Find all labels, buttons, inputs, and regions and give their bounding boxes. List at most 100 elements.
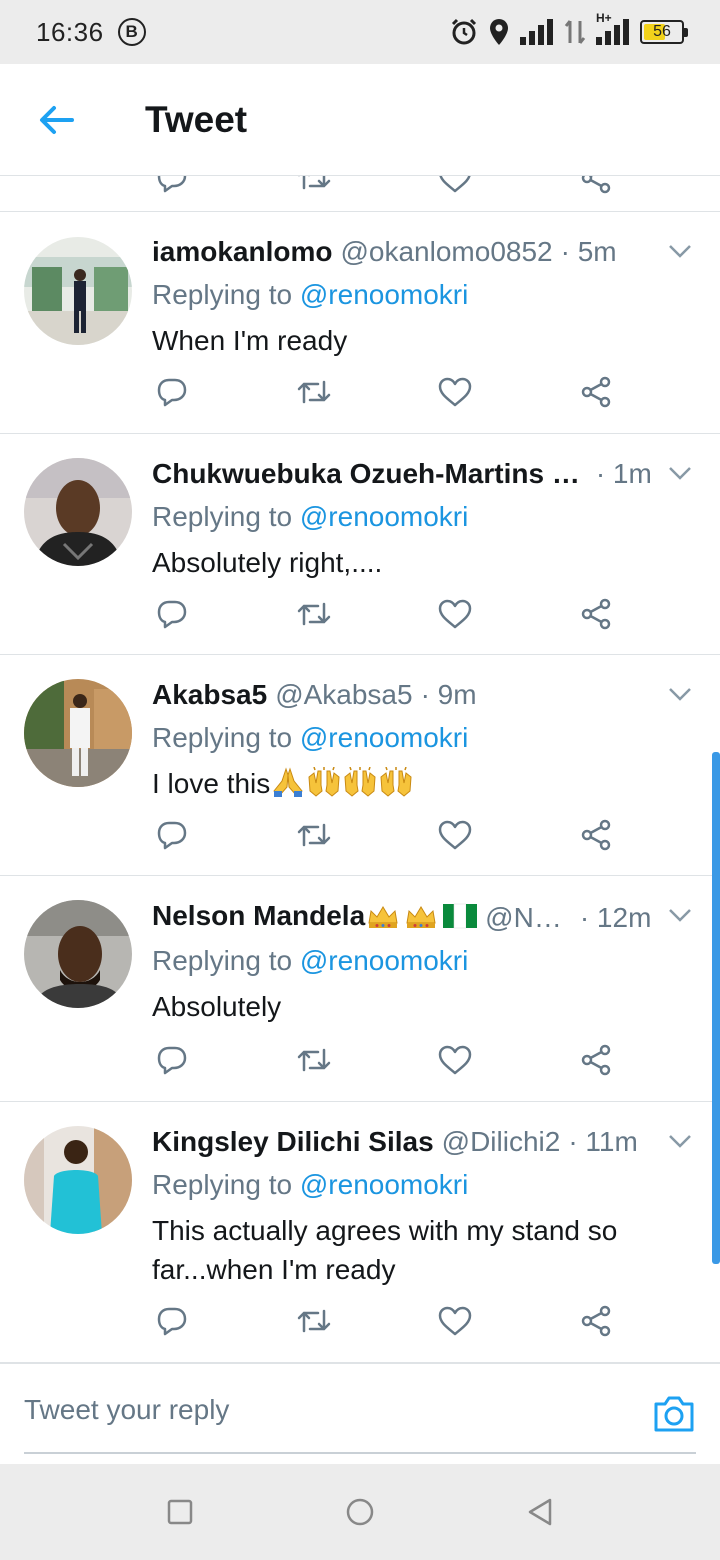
like-button[interactable] xyxy=(435,1040,475,1080)
retweet-icon xyxy=(297,1048,331,1072)
chevron-down-icon[interactable] xyxy=(668,908,692,924)
author-name[interactable]: Kingsley Dilichi Silas xyxy=(152,1126,434,1158)
tweet-text: When I'm ready xyxy=(152,325,348,356)
avatar[interactable] xyxy=(24,1126,132,1234)
status-icons: H+ 56 xyxy=(450,11,688,46)
home-button[interactable] xyxy=(342,1494,378,1530)
reply-button[interactable] xyxy=(152,1301,192,1341)
camera-button[interactable] xyxy=(652,1394,696,1434)
author-handle[interactable]: @N… xyxy=(485,902,562,934)
author-name-row[interactable]: Nelson Mandela xyxy=(152,900,478,936)
share-icon xyxy=(581,176,611,194)
retweet-icon xyxy=(298,176,331,190)
tweet[interactable]: Chukwuebuka Ozueh-Martins … · 1m Replyin… xyxy=(0,434,720,655)
avatar[interactable] xyxy=(24,237,132,345)
author-handle[interactable]: @okanlomo0852 xyxy=(340,236,552,268)
replying-to: Replying to @renoomokri xyxy=(152,501,469,532)
mention-link[interactable]: @renoomokri xyxy=(300,722,468,753)
avatar[interactable] xyxy=(24,458,132,566)
tweet-text: Absolutely xyxy=(152,991,282,1022)
tweet[interactable]: Akabsa5 @Akabsa5 · 9m Replying to @renoo… xyxy=(0,655,720,876)
retweet-button[interactable] xyxy=(294,594,334,634)
retweet-button[interactable] xyxy=(294,1301,334,1341)
recents-button[interactable] xyxy=(162,1494,198,1530)
battery-icon: 56 xyxy=(640,20,688,44)
back-nav-button[interactable] xyxy=(522,1494,558,1530)
replying-to: Replying to @renoomokri xyxy=(152,1169,469,1200)
reply-button[interactable] xyxy=(152,594,192,634)
reply-icon xyxy=(157,176,187,193)
share-button[interactable] xyxy=(576,176,616,198)
share-button[interactable] xyxy=(576,1040,616,1080)
like-button[interactable] xyxy=(435,176,475,198)
share-icon xyxy=(581,819,611,851)
raising-hands-emoji xyxy=(306,766,342,807)
reply-composer: Tweet your reply xyxy=(0,1362,720,1464)
author-name[interactable]: iamokanlomo xyxy=(152,236,332,268)
share-icon xyxy=(581,1044,611,1076)
avatar[interactable] xyxy=(24,679,132,787)
share-button[interactable] xyxy=(576,815,616,855)
heart-icon xyxy=(439,176,471,193)
author-handle[interactable]: @Akabsa5 xyxy=(275,679,412,711)
reply-button[interactable] xyxy=(152,176,192,198)
tweet[interactable]: Nelson Mandela @N… · 12m Replying to @re… xyxy=(0,876,720,1102)
reply-icon xyxy=(157,378,187,407)
reply-button[interactable] xyxy=(152,1040,192,1080)
tweet[interactable]: Kingsley Dilichi Silas @Dilichi2 · 11m R… xyxy=(0,1102,720,1362)
mention-link[interactable]: @renoomokri xyxy=(300,945,468,976)
replying-to: Replying to @renoomokri xyxy=(152,279,469,310)
author-handle[interactable]: @Dilichi2 xyxy=(442,1126,561,1158)
retweet-button[interactable] xyxy=(294,176,334,198)
author-name[interactable]: Akabsa5 xyxy=(152,679,267,711)
retweet-button[interactable] xyxy=(294,815,334,855)
chevron-down-icon[interactable] xyxy=(668,466,692,482)
reply-button[interactable] xyxy=(152,372,192,412)
reply-input[interactable]: Tweet your reply xyxy=(24,1394,229,1426)
replying-to: Replying to @renoomokri xyxy=(152,945,469,976)
input-underline xyxy=(24,1452,696,1454)
scrollbar[interactable] xyxy=(712,752,720,1264)
avatar[interactable] xyxy=(24,900,132,1008)
tweet-text: I love this xyxy=(152,768,271,799)
reply-button[interactable] xyxy=(152,815,192,855)
signal-hplus-icon: H+ xyxy=(596,11,630,45)
tweet-time: · 11m xyxy=(568,1126,638,1157)
chevron-down-icon[interactable] xyxy=(668,1134,692,1150)
like-button[interactable] xyxy=(435,815,475,855)
triangle-back-icon xyxy=(528,1498,552,1526)
location-icon xyxy=(490,19,508,45)
praying-hands-emoji xyxy=(270,767,306,807)
circle-icon xyxy=(346,1498,374,1526)
raising-hands-emoji xyxy=(378,766,414,807)
like-button[interactable] xyxy=(435,594,475,634)
like-button[interactable] xyxy=(435,372,475,412)
retweet-icon xyxy=(297,380,331,404)
chevron-down-icon[interactable] xyxy=(668,244,692,260)
retweet-button[interactable] xyxy=(294,372,334,412)
mention-link[interactable]: @renoomokri xyxy=(300,279,468,310)
share-button[interactable] xyxy=(576,594,616,634)
share-icon xyxy=(581,1305,611,1337)
tweet-time: · 1m xyxy=(595,458,652,489)
chevron-down-icon[interactable] xyxy=(668,687,692,703)
heart-icon xyxy=(438,1045,472,1075)
author-name[interactable]: Nelson Mandela xyxy=(152,900,365,931)
author-name[interactable]: Chukwuebuka Ozueh-Martins … xyxy=(152,458,580,490)
heart-icon xyxy=(438,820,472,850)
like-button[interactable] xyxy=(435,1301,475,1341)
share-button[interactable] xyxy=(576,372,616,412)
previous-tweet-actions xyxy=(0,176,720,212)
mention-link[interactable]: @renoomokri xyxy=(300,1169,468,1200)
replying-to: Replying to @renoomokri xyxy=(152,722,469,753)
share-button[interactable] xyxy=(576,1301,616,1341)
retweet-button[interactable] xyxy=(294,1040,334,1080)
retweet-icon xyxy=(297,602,331,626)
tweet-time: · 9m xyxy=(420,679,477,710)
reply-icon xyxy=(157,600,187,629)
back-button[interactable] xyxy=(0,64,112,176)
mention-link[interactable]: @renoomokri xyxy=(300,501,468,532)
tweet[interactable]: iamokanlomo @okanlomo0852 · 5m Replying … xyxy=(0,212,720,434)
alarm-icon xyxy=(451,18,477,45)
page-title: Tweet xyxy=(145,98,248,140)
